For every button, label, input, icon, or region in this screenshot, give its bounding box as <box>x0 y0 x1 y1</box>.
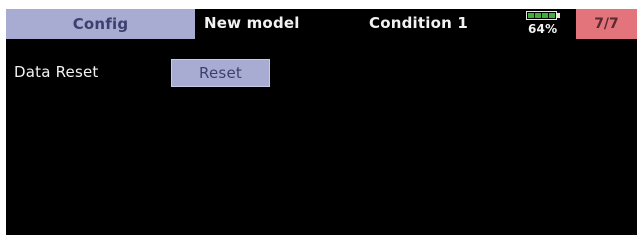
data-reset-label: Data Reset <box>14 63 99 81</box>
model-name: New model <box>204 14 300 32</box>
battery-cell <box>542 13 548 18</box>
header-bar: Config New model Condition 1 64% 7/7 <box>6 9 637 39</box>
condition-label: Condition 1 <box>369 14 469 32</box>
battery-icon <box>526 11 557 20</box>
battery-percent: 64% <box>528 22 558 36</box>
battery-tip <box>557 13 560 18</box>
reset-button[interactable]: Reset <box>171 59 270 87</box>
battery-cell <box>549 13 555 18</box>
battery-cell <box>528 13 534 18</box>
tab-config[interactable]: Config <box>6 9 195 39</box>
battery-cell <box>535 13 541 18</box>
page-indicator[interactable]: 7/7 <box>576 9 637 39</box>
screen: Config New model Condition 1 64% 7/7 Dat… <box>6 9 637 235</box>
battery-indicator: 64% <box>522 10 574 38</box>
